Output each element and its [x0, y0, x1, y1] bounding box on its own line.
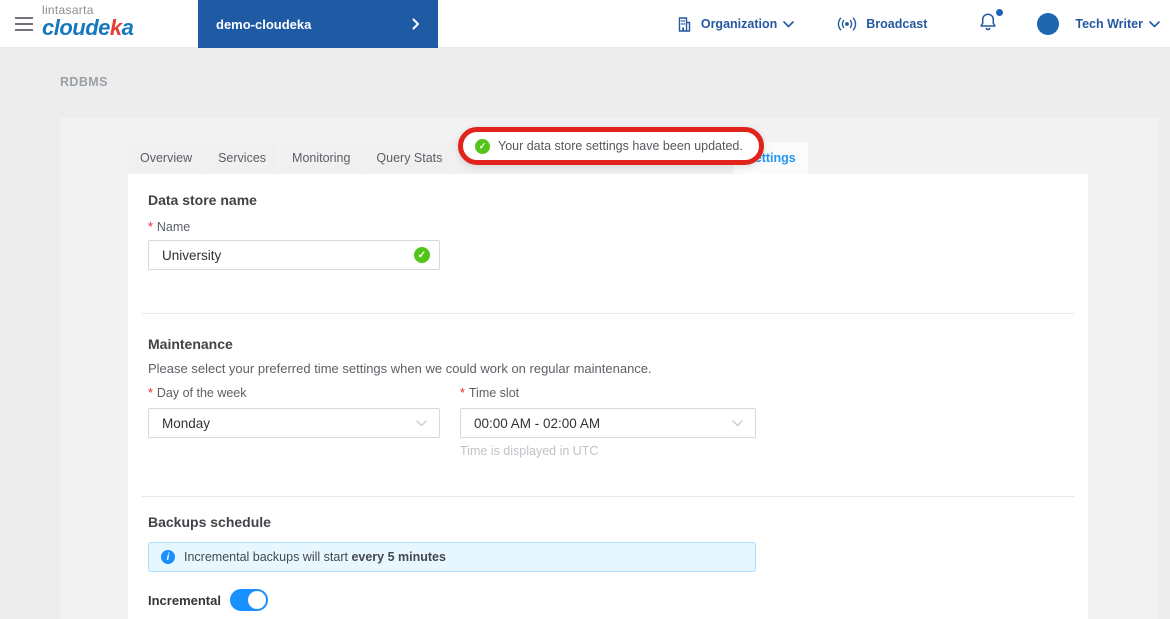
tab-monitoring[interactable]: Monitoring — [280, 142, 362, 174]
top-navbar: lintasarta cloudeka demo-cloudeka Organi… — [0, 0, 1170, 48]
name-input[interactable] — [148, 240, 440, 270]
chevron-down-icon — [783, 21, 794, 28]
utc-time-hint: Time is displayed in UTC — [460, 444, 598, 458]
navbar-right-actions: Organization Broadcast Tech Writer — [676, 0, 1160, 48]
broadcast-menu[interactable]: Broadcast — [836, 16, 933, 32]
name-input-wrap: ✓ — [148, 240, 440, 270]
valid-check-icon: ✓ — [414, 247, 430, 263]
toggle-knob — [248, 591, 266, 609]
required-marker: * — [148, 386, 153, 400]
incremental-toggle-row: Incremental — [148, 589, 268, 611]
notifications-button[interactable] — [979, 12, 997, 37]
settings-panel: Data store name *Name ✓ Maintenance Plea… — [128, 174, 1088, 619]
notification-badge-dot — [996, 9, 1003, 16]
section-title-maintenance: Maintenance — [148, 336, 233, 352]
backups-info-banner: i Incremental backups will start every 5… — [148, 542, 756, 572]
broadcast-icon — [836, 16, 858, 32]
incremental-toggle[interactable] — [230, 589, 268, 611]
time-slot-value: 00:00 AM - 02:00 AM — [474, 416, 600, 431]
section-divider — [142, 496, 1074, 497]
section-divider — [142, 313, 1074, 314]
time-slot-label: *Time slot — [460, 386, 519, 400]
chevron-down-icon — [416, 420, 427, 427]
day-of-week-value: Monday — [162, 416, 210, 431]
required-marker: * — [148, 220, 153, 234]
hamburger-menu-icon[interactable] — [15, 17, 33, 31]
tab-query-stats[interactable]: Query Stats — [364, 142, 454, 174]
day-of-week-select[interactable]: Monday — [148, 408, 440, 438]
chevron-down-icon — [732, 420, 743, 427]
day-of-week-label: *Day of the week — [148, 386, 247, 400]
project-name: demo-cloudeka — [216, 17, 311, 32]
tab-services[interactable]: Services — [206, 142, 278, 174]
name-field-label: *Name — [148, 220, 190, 234]
logo-cloudeka-text: cloudeka — [42, 15, 133, 40]
chevron-down-icon — [1149, 21, 1160, 28]
breadcrumb: RDBMS — [60, 75, 108, 89]
chevron-right-icon — [412, 18, 420, 30]
success-check-icon: ✓ — [475, 139, 490, 154]
bell-icon — [979, 12, 997, 32]
info-icon: i — [161, 550, 175, 564]
user-name: Tech Writer — [1075, 17, 1143, 31]
success-toast: ✓ Your data store settings have been upd… — [458, 127, 764, 165]
section-title-datastore-name: Data store name — [148, 192, 257, 208]
user-menu[interactable]: Tech Writer — [1037, 13, 1160, 35]
toast-message: Your data store settings have been updat… — [498, 139, 743, 153]
incremental-label: Incremental — [148, 593, 230, 608]
organization-building-icon — [676, 16, 693, 33]
section-title-backups: Backups schedule — [148, 514, 271, 530]
user-avatar — [1037, 13, 1059, 35]
organization-label: Organization — [701, 17, 777, 31]
backups-info-text: Incremental backups will start every 5 m… — [184, 550, 446, 564]
time-slot-select[interactable]: 00:00 AM - 02:00 AM — [460, 408, 756, 438]
organization-menu[interactable]: Organization — [676, 16, 794, 33]
required-marker: * — [460, 386, 465, 400]
cloudeka-logo: lintasarta cloudeka — [42, 4, 133, 39]
maintenance-description: Please select your preferred time settin… — [148, 361, 652, 376]
project-selector[interactable]: demo-cloudeka — [198, 0, 438, 48]
tab-overview[interactable]: Overview — [128, 142, 204, 174]
broadcast-label: Broadcast — [866, 17, 927, 31]
